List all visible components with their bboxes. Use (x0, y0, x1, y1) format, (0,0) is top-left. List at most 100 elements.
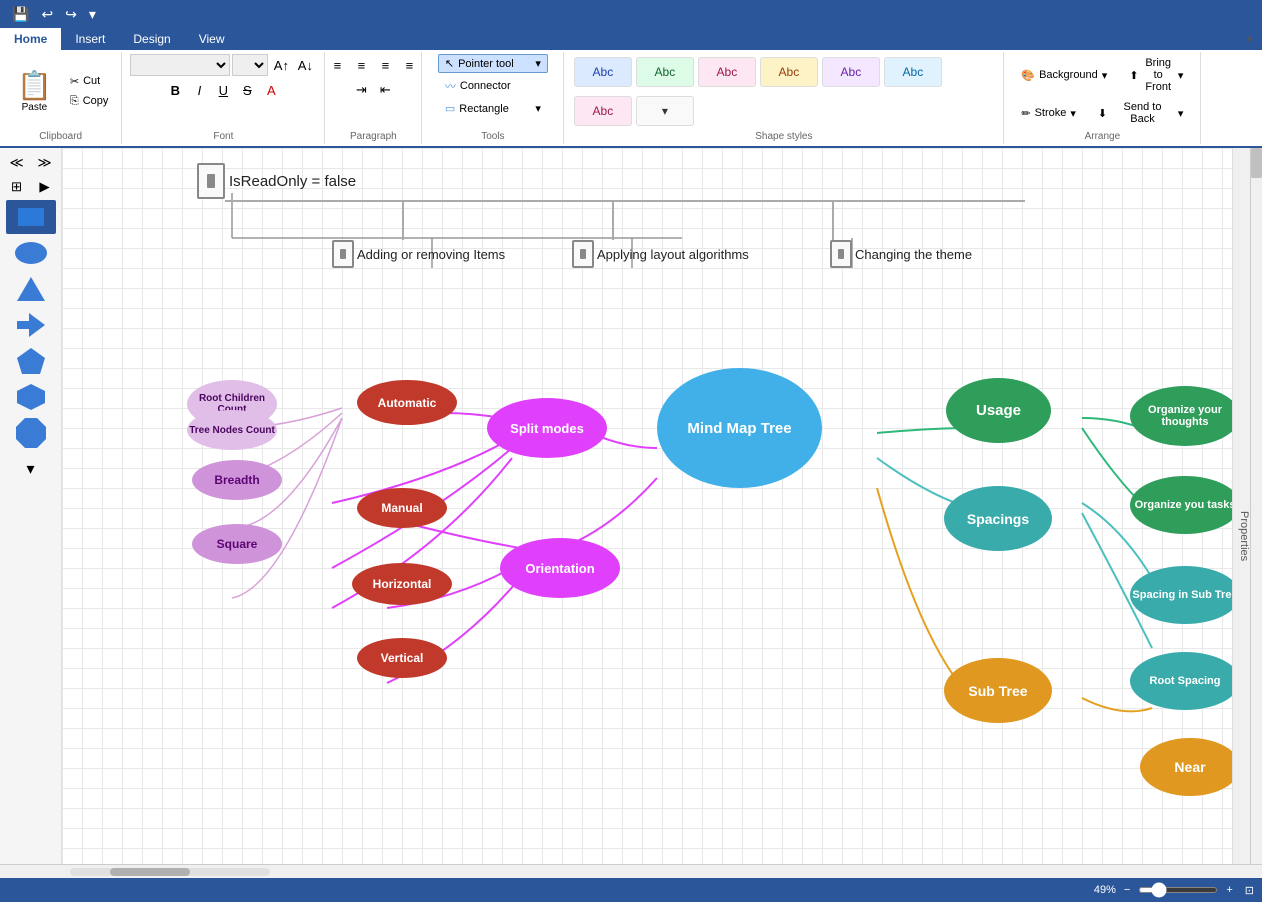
shape-nav-icon[interactable]: ⊞ (6, 176, 28, 198)
rect-dropdown-icon: ▾ (535, 102, 541, 115)
copy-icon: ⎘ (70, 95, 79, 108)
quick-access-dropdown[interactable]: ▾ (85, 4, 100, 25)
align-right-button[interactable]: ≡ (374, 54, 396, 76)
pointer-dropdown-icon: ▾ (535, 57, 541, 70)
status-bar: 49% − + ⊡ (0, 878, 1262, 902)
pointer-icon: ↖ (445, 57, 454, 70)
shape-style-5[interactable]: Abc (822, 57, 880, 87)
italic-button[interactable]: I (188, 79, 210, 101)
mind-map-tree-node[interactable]: Mind Map Tree (657, 368, 822, 488)
hexagon-shape-button[interactable] (6, 380, 56, 414)
root-spacing-node[interactable]: Root Spacing (1130, 652, 1232, 710)
vertical-scrollbar[interactable] (1250, 148, 1262, 864)
octagon-shape-icon (14, 416, 48, 450)
triangle-shape-button[interactable] (6, 272, 56, 306)
pentagon-shape-button[interactable] (6, 344, 56, 378)
spacing-sub-tree-node[interactable]: Spacing in Sub Tree (1130, 566, 1232, 624)
decrease-font-button[interactable]: A↓ (294, 54, 316, 76)
organize-tasks-node[interactable]: Organize you tasks (1130, 476, 1232, 534)
send-back-button[interactable]: ⬇ Send to Back ▾ (1089, 98, 1192, 128)
stroke-button[interactable]: ✏ Stroke ▾ (1012, 98, 1085, 128)
zoom-slider[interactable] (1138, 887, 1218, 893)
font-size-select[interactable] (232, 54, 268, 76)
shape-style-2[interactable]: Abc (636, 57, 694, 87)
vert-line-3 (832, 200, 834, 240)
font-color-button[interactable]: A (260, 79, 282, 101)
shape-style-7[interactable]: Abc (574, 96, 632, 126)
near-node[interactable]: Near (1140, 738, 1232, 796)
bold-button[interactable]: B (164, 79, 186, 101)
align-left-button[interactable]: ≡ (326, 54, 348, 76)
underline-button[interactable]: U (212, 79, 234, 101)
sub-tree-node[interactable]: Sub Tree (944, 658, 1052, 723)
font-family-select[interactable] (130, 54, 230, 76)
shape-style-3[interactable]: Abc (698, 57, 756, 87)
tab-view[interactable]: View (185, 28, 239, 50)
child3-container: Changing the theme (830, 240, 972, 268)
shape-style-6[interactable]: Abc (884, 57, 942, 87)
background-button[interactable]: 🎨 Background ▾ (1012, 54, 1116, 96)
canvas-area[interactable]: IsReadOnly = false Adding or removing It… (62, 148, 1232, 864)
fit-page-icon[interactable]: ⊡ (1245, 884, 1254, 897)
arrange-label: Arrange (1085, 131, 1121, 142)
properties-panel[interactable]: Properties (1232, 148, 1250, 864)
bg-dropdown-icon: ▾ (1102, 69, 1108, 82)
arrow-shape-button[interactable] (6, 308, 56, 342)
pointer-tool-button[interactable]: ↖ Pointer tool ▾ (438, 54, 548, 73)
shape-style-1[interactable]: Abc (574, 57, 632, 87)
tree-nodes-count-node[interactable]: Tree Nodes Count (187, 410, 277, 450)
tab-design[interactable]: Design (119, 28, 184, 50)
font-group: A↑ A↓ B I U S A Font (122, 52, 325, 144)
breadth-node[interactable]: Breadth (192, 460, 282, 500)
ellipse-shape-button[interactable] (6, 236, 56, 270)
cut-button[interactable]: ✂ Cut (65, 72, 114, 91)
sb-dropdown-icon: ▾ (1178, 107, 1184, 120)
shape-styles-more[interactable]: ▾ (636, 96, 694, 126)
child1-label: Adding or removing Items (357, 247, 505, 262)
spacings-node[interactable]: Spacings (944, 486, 1052, 551)
bring-front-button[interactable]: ⬆ Bring to Front ▾ (1120, 54, 1192, 96)
manual-node[interactable]: Manual (357, 488, 447, 528)
left-toolbar: ≪ ≫ ⊞ ▶ (0, 148, 62, 864)
rectangle-tool-button[interactable]: ▭ Rectangle ▾ (438, 99, 548, 118)
tab-insert[interactable]: Insert (61, 28, 119, 50)
h-scrollbar-thumb[interactable] (110, 868, 190, 876)
arrange-group: 🎨 Background ▾ ⬆ Bring to Front ▾ ✏ Stro… (1004, 52, 1201, 144)
split-modes-node[interactable]: Split modes (487, 398, 607, 458)
shape-style-4[interactable]: Abc (760, 57, 818, 87)
justify-button[interactable]: ≡ (398, 54, 420, 76)
shape-expand-icon[interactable]: ▶ (34, 176, 56, 198)
redo-button[interactable]: ↪ (61, 4, 81, 25)
scrollbar-thumb[interactable] (1251, 148, 1262, 178)
horizontal-node[interactable]: Horizontal (352, 563, 452, 605)
expand-left-button[interactable]: ≪ (6, 152, 28, 174)
font-label: Font (213, 131, 233, 142)
connector-tool-button[interactable]: 〰 Connector (438, 75, 548, 97)
expand-right-button[interactable]: ≫ (34, 152, 56, 174)
copy-button[interactable]: ⎘ Copy (65, 92, 114, 111)
ribbon-collapse-button[interactable]: ∧ (1237, 28, 1262, 50)
square-node[interactable]: Square (192, 524, 282, 564)
indent-button[interactable]: ⇥ (350, 79, 372, 101)
orientation-node[interactable]: Orientation (500, 538, 620, 598)
vertical-node[interactable]: Vertical (357, 638, 447, 678)
organize-thoughts-node[interactable]: Organize your thoughts (1130, 386, 1232, 446)
paste-button[interactable]: 📋 Paste (8, 66, 61, 116)
zoom-in-icon[interactable]: + (1226, 884, 1232, 896)
increase-font-button[interactable]: A↑ (270, 54, 292, 76)
automatic-node[interactable]: Automatic (357, 380, 457, 425)
strikethrough-button[interactable]: S (236, 79, 258, 101)
tab-home[interactable]: Home (0, 28, 61, 50)
save-button[interactable]: 💾 (8, 4, 33, 25)
zoom-out-icon[interactable]: − (1124, 884, 1130, 896)
scroll-down-button[interactable]: ▾ (6, 452, 56, 486)
rectangle-shape-button[interactable] (6, 200, 56, 234)
usage-node[interactable]: Usage (946, 378, 1051, 443)
undo-button[interactable]: ↩ (37, 4, 57, 25)
octagon-shape-button[interactable] (6, 416, 56, 450)
stroke-dropdown-icon: ▾ (1070, 107, 1076, 120)
child3-icon (830, 240, 852, 268)
h-scrollbar-track[interactable] (70, 868, 270, 876)
outdent-button[interactable]: ⇤ (374, 79, 396, 101)
align-center-button[interactable]: ≡ (350, 54, 372, 76)
